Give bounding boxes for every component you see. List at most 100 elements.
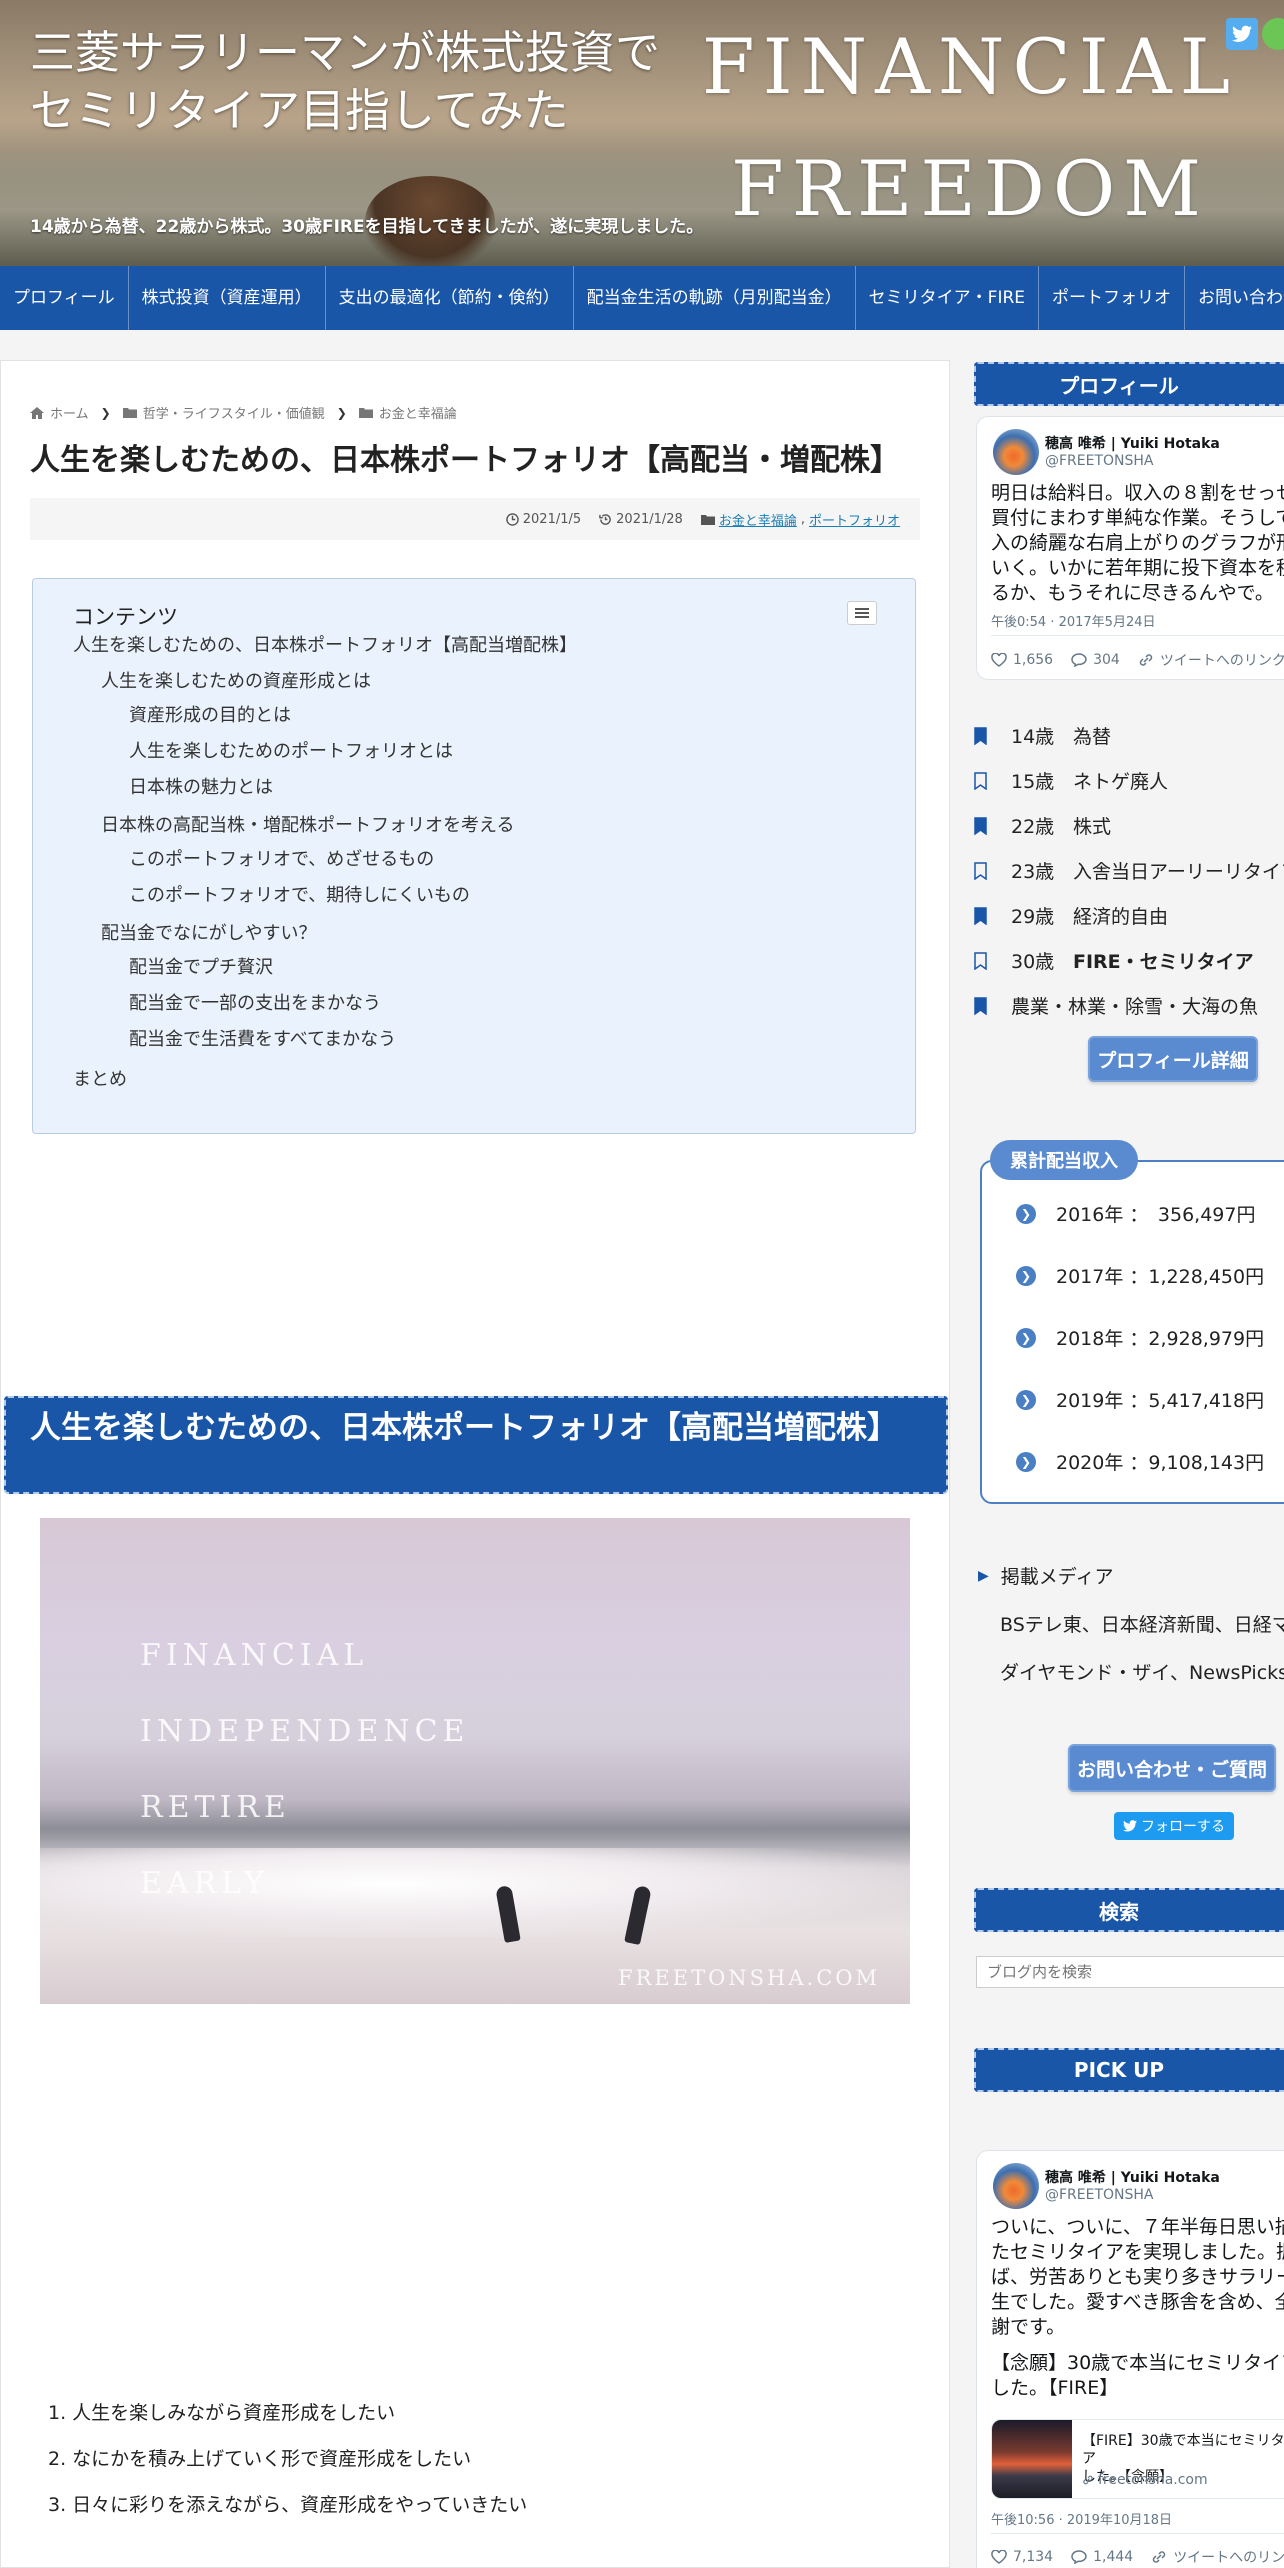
nav-item-stock-investment[interactable]: 株式投資（資産運用） <box>129 266 326 330</box>
global-nav: プロフィール 株式投資（資産運用） 支出の最適化（節約・倹約） 配当金生活の軌跡… <box>0 266 1284 330</box>
tweet-author-name[interactable]: 穂高 唯希 | Yuiki Hotaka <box>1045 433 1220 453</box>
toc-item[interactable]: 資産形成の目的とは <box>129 701 291 727</box>
embedded-tweet-pickup[interactable]: 穂高 唯希 | Yuiki Hotaka @FREETONSHA ついに、ついに… <box>976 2150 1284 2568</box>
tweet-reply-button[interactable]: 1,444 <box>1071 2547 1133 2567</box>
timeline-age: 15歳 <box>1011 771 1055 793</box>
avatar[interactable] <box>993 429 1039 475</box>
breadcrumb-category-1[interactable]: 哲学・ライフスタイル・価値観 <box>143 403 325 422</box>
heart-icon <box>991 2550 1007 2564</box>
timeline-item: 22歳 株式 <box>974 812 1111 839</box>
toc-title: コンテンツ <box>73 605 178 629</box>
category-link-money-happiness[interactable]: お金と幸福論 <box>719 510 797 529</box>
tweet-link-label: ツイートへのリンク <box>1159 653 1284 669</box>
tweet-date[interactable]: 午後0:54 · 2017年5月24日 <box>991 611 1156 630</box>
timeline-age: 22歳 <box>1011 816 1055 838</box>
breadcrumb-home[interactable]: ホーム <box>50 403 89 422</box>
link-icon <box>1139 654 1153 666</box>
list-item: 2. なにかを積み上げていく形で資産形成をしたい <box>48 2448 472 2470</box>
tweet-author-name[interactable]: 穂高 唯希 | Yuiki Hotaka <box>1045 2167 1220 2187</box>
search-widget-heading: 検索 <box>974 1888 1284 1932</box>
bookmark-icon <box>974 996 987 1015</box>
avatar[interactable] <box>993 2163 1039 2209</box>
tweet-reply-count: 1,444 <box>1093 2549 1134 2565</box>
site-header: 三菱サラリーマンが株式投資でセミリタイア目指してみた 14歳から為替、22歳から… <box>0 0 1284 266</box>
tweet-reply-count: 304 <box>1093 652 1120 668</box>
hero-text-line: EARLY <box>140 1866 269 1901</box>
site-title[interactable]: 三菱サラリーマンが株式投資でセミリタイア目指してみた <box>30 24 690 140</box>
search-input[interactable] <box>976 1956 1284 1988</box>
reply-icon <box>1071 2550 1087 2564</box>
article-meta: 2021/1/5 2021/1/28 お金と幸福論, ポートフォリオ <box>30 498 920 540</box>
contact-button[interactable]: お問い合わせ・ご質問 <box>1068 1744 1276 1792</box>
tweet-like-button[interactable]: 7,134 <box>991 2547 1053 2567</box>
bookmark-icon <box>974 726 987 745</box>
tweet-like-button[interactable]: 1,656 <box>991 650 1053 670</box>
toc-item[interactable]: 日本株の魅力とは <box>129 773 273 799</box>
nav-item-dividend-history[interactable]: 配当金生活の軌跡（月別配当金） <box>574 266 856 330</box>
folder-icon <box>122 408 137 418</box>
nav-item-contact[interactable]: お問い合わせ <box>1185 266 1284 330</box>
logo-line-1: FINANCIAL <box>701 22 1239 111</box>
toc-item[interactable]: 配当金で一部の支出をまかなう <box>129 989 381 1015</box>
chevron-circle-icon: ❯ <box>1016 1203 1036 1224</box>
feedly-share-button[interactable] <box>1262 18 1284 50</box>
tweet-link-button[interactable]: ツイートへのリンク <box>1151 2547 1284 2567</box>
tweet-link-button[interactable]: ツイートへのリンク <box>1138 650 1284 670</box>
nav-item-portfolio[interactable]: ポートフォリオ <box>1039 266 1186 330</box>
timeline-item: 農業・林業・除雪・大海の魚 <box>974 992 1258 1019</box>
nav-item-semi-retire[interactable]: セミリタイア・FIRE <box>856 266 1040 330</box>
toc-item[interactable]: このポートフォリオで、期待しにくいもの <box>129 881 470 907</box>
tweet-date[interactable]: 午後10:56 · 2019年10月18日 <box>991 2509 1172 2528</box>
toc-item[interactable]: 人生を楽しむための、日本株ポートフォリオ【高配当増配株】 <box>73 631 577 657</box>
link-card-thumbnail <box>992 2420 1072 2498</box>
timeline-item: 14歳 為替 <box>974 722 1111 749</box>
link-icon <box>1083 2475 1093 2485</box>
toc-item[interactable]: 配当金でプチ贅沢 <box>129 953 273 979</box>
bookmark-icon <box>974 816 987 835</box>
tweet-link-card[interactable]: 【FIRE】30歳で本当にセミリタイア した。【念願】 freetonsha.c… <box>991 2419 1284 2499</box>
media-list-line: BSテレ東、日本経済新聞、日経マ <box>1000 1614 1284 1636</box>
nav-item-expense-optimization[interactable]: 支出の最適化（節約・倹約） <box>326 266 574 330</box>
toc-item[interactable]: 人生を楽しむためのポートフォリオとは <box>129 737 453 763</box>
profile-detail-button[interactable]: プロフィール詳細 <box>1088 1036 1258 1082</box>
profile-widget-heading: プロフィール <box>974 362 1284 406</box>
published-date: 2021/1/5 <box>505 512 581 527</box>
embedded-tweet-profile[interactable]: 穂高 唯希 | Yuiki Hotaka @FREETONSHA 明日は給料日。… <box>976 416 1284 680</box>
breadcrumb-category-2[interactable]: お金と幸福論 <box>379 403 457 422</box>
hero-brand-text: FREETONSHA.COM <box>618 1966 880 1990</box>
media-heading[interactable]: ▶ 掲載メディア <box>978 1562 1113 1589</box>
hero-text-line: INDEPENDENCE <box>140 1714 470 1749</box>
article-title: 人生を楽しむための、日本株ポートフォリオ【高配当・増配株】 <box>30 443 900 478</box>
tweet-author-handle[interactable]: @FREETONSHA <box>1045 453 1154 469</box>
toc-item[interactable]: 人生を楽しむための資産形成とは <box>101 667 371 693</box>
timeline-label: 農業・林業・除雪・大海の魚 <box>1011 996 1259 1018</box>
tweet-reply-button[interactable]: 304 <box>1071 650 1120 670</box>
bookmark-outline-icon <box>974 771 987 790</box>
folder-icon <box>700 514 715 525</box>
dividend-row: ❯ 2019年 ：5,417,418円 <box>1016 1386 1264 1413</box>
toc-item[interactable]: まとめ <box>73 1065 127 1091</box>
category-link-portfolio[interactable]: ポートフォリオ <box>809 510 900 529</box>
article-categories: お金と幸福論, ポートフォリオ <box>700 510 900 529</box>
site-description: 14歳から為替、22歳から株式。30歳FIREを目指してきましたが、遂に実現しま… <box>30 217 704 237</box>
toc-item[interactable]: 配当金でなにがしやすい？ <box>101 919 316 945</box>
tweet-author-handle[interactable]: @FREETONSHA <box>1045 2187 1154 2203</box>
bookmark-outline-icon <box>974 951 987 970</box>
bookmark-outline-icon <box>974 861 987 880</box>
twitter-follow-button[interactable]: フォローする <box>1114 1812 1234 1840</box>
nav-item-profile[interactable]: プロフィール <box>0 266 129 330</box>
toc-toggle-button[interactable] <box>847 601 877 625</box>
twitter-share-button[interactable] <box>1226 18 1258 50</box>
hero-text-line: FINANCIAL <box>140 1638 369 1673</box>
dividend-row: ❯ 2016年 ： 356,497円 <box>1016 1200 1255 1227</box>
toc-item[interactable]: 配当金で生活費をすべてまかなう <box>129 1025 396 1051</box>
link-card-url: freetonsha.com <box>1082 2472 1208 2488</box>
timeline-label: 為替 <box>1073 726 1112 748</box>
history-icon <box>599 513 611 525</box>
link-card-url-text: freetonsha.com <box>1098 2472 1208 2488</box>
toc-item[interactable]: 日本株の高配当株・増配株ポートフォリオを考える <box>101 811 514 837</box>
timeline-age: 30歳 <box>1011 951 1055 973</box>
toc-item[interactable]: このポートフォリオで、めざせるもの <box>129 845 434 871</box>
link-icon <box>1152 2551 1166 2563</box>
timeline-label: 株式 <box>1073 816 1112 838</box>
